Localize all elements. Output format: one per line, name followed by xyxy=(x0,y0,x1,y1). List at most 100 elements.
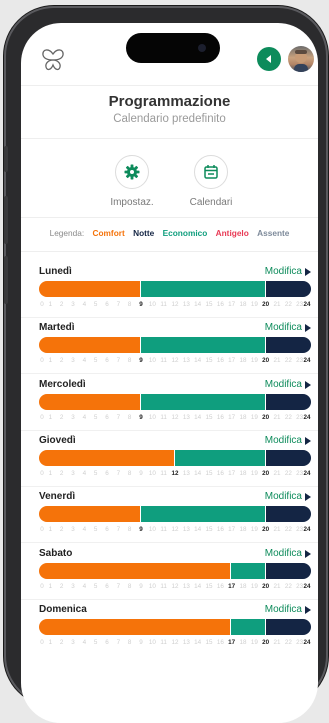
hour-tick: 6 xyxy=(105,583,109,590)
settings-action[interactable]: Impostaz. xyxy=(92,155,172,208)
legend-economico: Economico xyxy=(162,228,208,238)
hour-tick: 15 xyxy=(205,526,213,533)
hour-tick: 10 xyxy=(148,639,156,646)
hour-tick: 17 xyxy=(228,526,236,533)
day-name: Venerdì xyxy=(39,491,76,502)
hour-tick: 3 xyxy=(71,414,75,421)
hour-tick: 21 xyxy=(273,357,281,364)
hour-tick: 12 xyxy=(171,639,179,646)
title-divider xyxy=(21,138,318,139)
modifica-button[interactable]: Modifica xyxy=(265,322,311,333)
hour-tick: 21 xyxy=(273,526,281,533)
hour-tick: 10 xyxy=(148,301,156,308)
segment-economico xyxy=(174,450,265,466)
hour-tick: 2 xyxy=(59,639,64,646)
settings-button[interactable] xyxy=(115,155,149,189)
hour-tick: 15 xyxy=(205,583,213,590)
schedule-bar[interactable] xyxy=(39,450,311,466)
hour-tick: 19 xyxy=(250,414,258,421)
hour-ticks: 0 1 2 3 4 5 6 7 8 9 10 11 12 13 14 15 16 17 18 19 20 21 22 23 24 xyxy=(39,526,311,536)
hour-tick: 4 xyxy=(82,357,87,364)
hour-tick: 2 xyxy=(59,414,64,421)
hour-tick: 11 xyxy=(160,639,167,646)
hour-tick: 6 xyxy=(105,301,109,308)
back-button[interactable] xyxy=(257,47,281,71)
hour-tick: 24 xyxy=(303,357,311,364)
hour-tick: 17 xyxy=(228,583,236,590)
segment-economico xyxy=(230,619,265,635)
modifica-button[interactable]: Modifica xyxy=(265,604,311,615)
schedule-bar[interactable] xyxy=(39,506,311,522)
day-row: Venerdì Modifica 0 1 2 3 4 5 6 7 8 9 10 11 12 13 14 15 16 1… xyxy=(39,491,311,547)
segment-notte xyxy=(265,450,311,466)
segment-economico xyxy=(230,563,265,579)
hour-ticks: 0 1 2 3 4 5 6 7 8 9 10 11 12 13 14 15 16 17 18 19 20 21 22 23 24 xyxy=(39,639,311,649)
hour-tick: 0 xyxy=(40,639,44,646)
modifica-button[interactable]: Modifica xyxy=(265,435,311,446)
modifica-button[interactable]: Modifica xyxy=(265,379,311,390)
row-divider xyxy=(21,430,318,431)
hour-tick: 16 xyxy=(216,583,224,590)
hour-tick: 4 xyxy=(82,414,87,421)
schedule-bar[interactable] xyxy=(39,619,311,635)
hour-ticks: 0 1 2 3 4 5 6 7 8 9 10 11 12 13 14 15 16 17 18 19 20 21 22 23 24 xyxy=(39,583,311,593)
hour-tick: 9 xyxy=(139,583,143,590)
schedule-bar[interactable] xyxy=(39,394,311,410)
hour-tick: 21 xyxy=(273,639,281,646)
hour-tick: 0 xyxy=(40,583,44,590)
hour-tick: 21 xyxy=(273,414,281,421)
hour-tick: 13 xyxy=(182,639,190,646)
hour-tick: 22 xyxy=(284,301,292,308)
hour-tick: 9 xyxy=(139,639,143,646)
hour-tick: 10 xyxy=(148,414,156,421)
hour-tick: 19 xyxy=(250,526,258,533)
hour-tick: 2 xyxy=(59,526,64,533)
hour-tick: 8 xyxy=(127,526,132,533)
modifica-button[interactable]: Modifica xyxy=(265,266,311,277)
modifica-button[interactable]: Modifica xyxy=(265,491,311,502)
hour-tick: 1 xyxy=(48,414,53,421)
hour-tick: 7 xyxy=(116,414,121,421)
hour-tick: 5 xyxy=(93,357,98,364)
hour-tick: 24 xyxy=(303,583,311,590)
hour-tick: 20 xyxy=(262,414,270,421)
modifica-label: Modifica xyxy=(264,266,302,277)
schedule-bar[interactable] xyxy=(39,337,311,353)
hour-tick: 23 xyxy=(296,583,304,590)
hour-tick: 8 xyxy=(127,639,132,646)
segment-notte xyxy=(265,563,311,579)
hour-tick: 4 xyxy=(82,583,87,590)
hour-tick: 3 xyxy=(71,526,75,533)
hour-tick: 24 xyxy=(303,526,311,533)
hour-tick: 7 xyxy=(116,357,121,364)
hour-tick: 8 xyxy=(127,470,132,477)
hour-tick: 18 xyxy=(239,301,247,308)
mute-switch xyxy=(4,146,8,172)
hour-tick: 12 xyxy=(171,414,179,421)
legend-notte: Notte xyxy=(133,228,155,238)
row-divider xyxy=(21,373,318,374)
schedule-bar[interactable] xyxy=(39,563,311,579)
segment-notte xyxy=(265,506,311,522)
calendars-action[interactable]: Calendari xyxy=(171,155,251,208)
hour-tick: 22 xyxy=(284,639,292,646)
hour-tick: 19 xyxy=(250,470,258,477)
calendars-button[interactable] xyxy=(194,155,228,189)
butterfly-logo-icon xyxy=(39,46,67,74)
hour-tick: 23 xyxy=(296,357,304,364)
hour-tick: 24 xyxy=(303,301,311,308)
hour-tick: 11 xyxy=(160,414,167,421)
day-name: Domenica xyxy=(39,604,87,615)
avatar[interactable] xyxy=(288,46,314,72)
hour-tick: 4 xyxy=(82,470,87,477)
hour-tick: 13 xyxy=(182,301,190,308)
hour-tick: 6 xyxy=(105,414,109,421)
day-row: Giovedì Modifica 0 1 2 3 4 5 6 7 8 9 10 11 12 13 14 15 16 1… xyxy=(39,435,311,491)
modifica-button[interactable]: Modifica xyxy=(265,548,311,559)
hour-tick: 4 xyxy=(82,639,87,646)
hour-ticks: 0 1 2 3 4 5 6 7 8 9 10 11 12 13 14 15 16 17 18 19 20 21 22 23 24 xyxy=(39,470,311,480)
hour-tick: 13 xyxy=(182,414,190,421)
hour-tick: 9 xyxy=(139,470,143,477)
schedule-bar[interactable] xyxy=(39,281,311,297)
hour-tick: 3 xyxy=(71,357,75,364)
